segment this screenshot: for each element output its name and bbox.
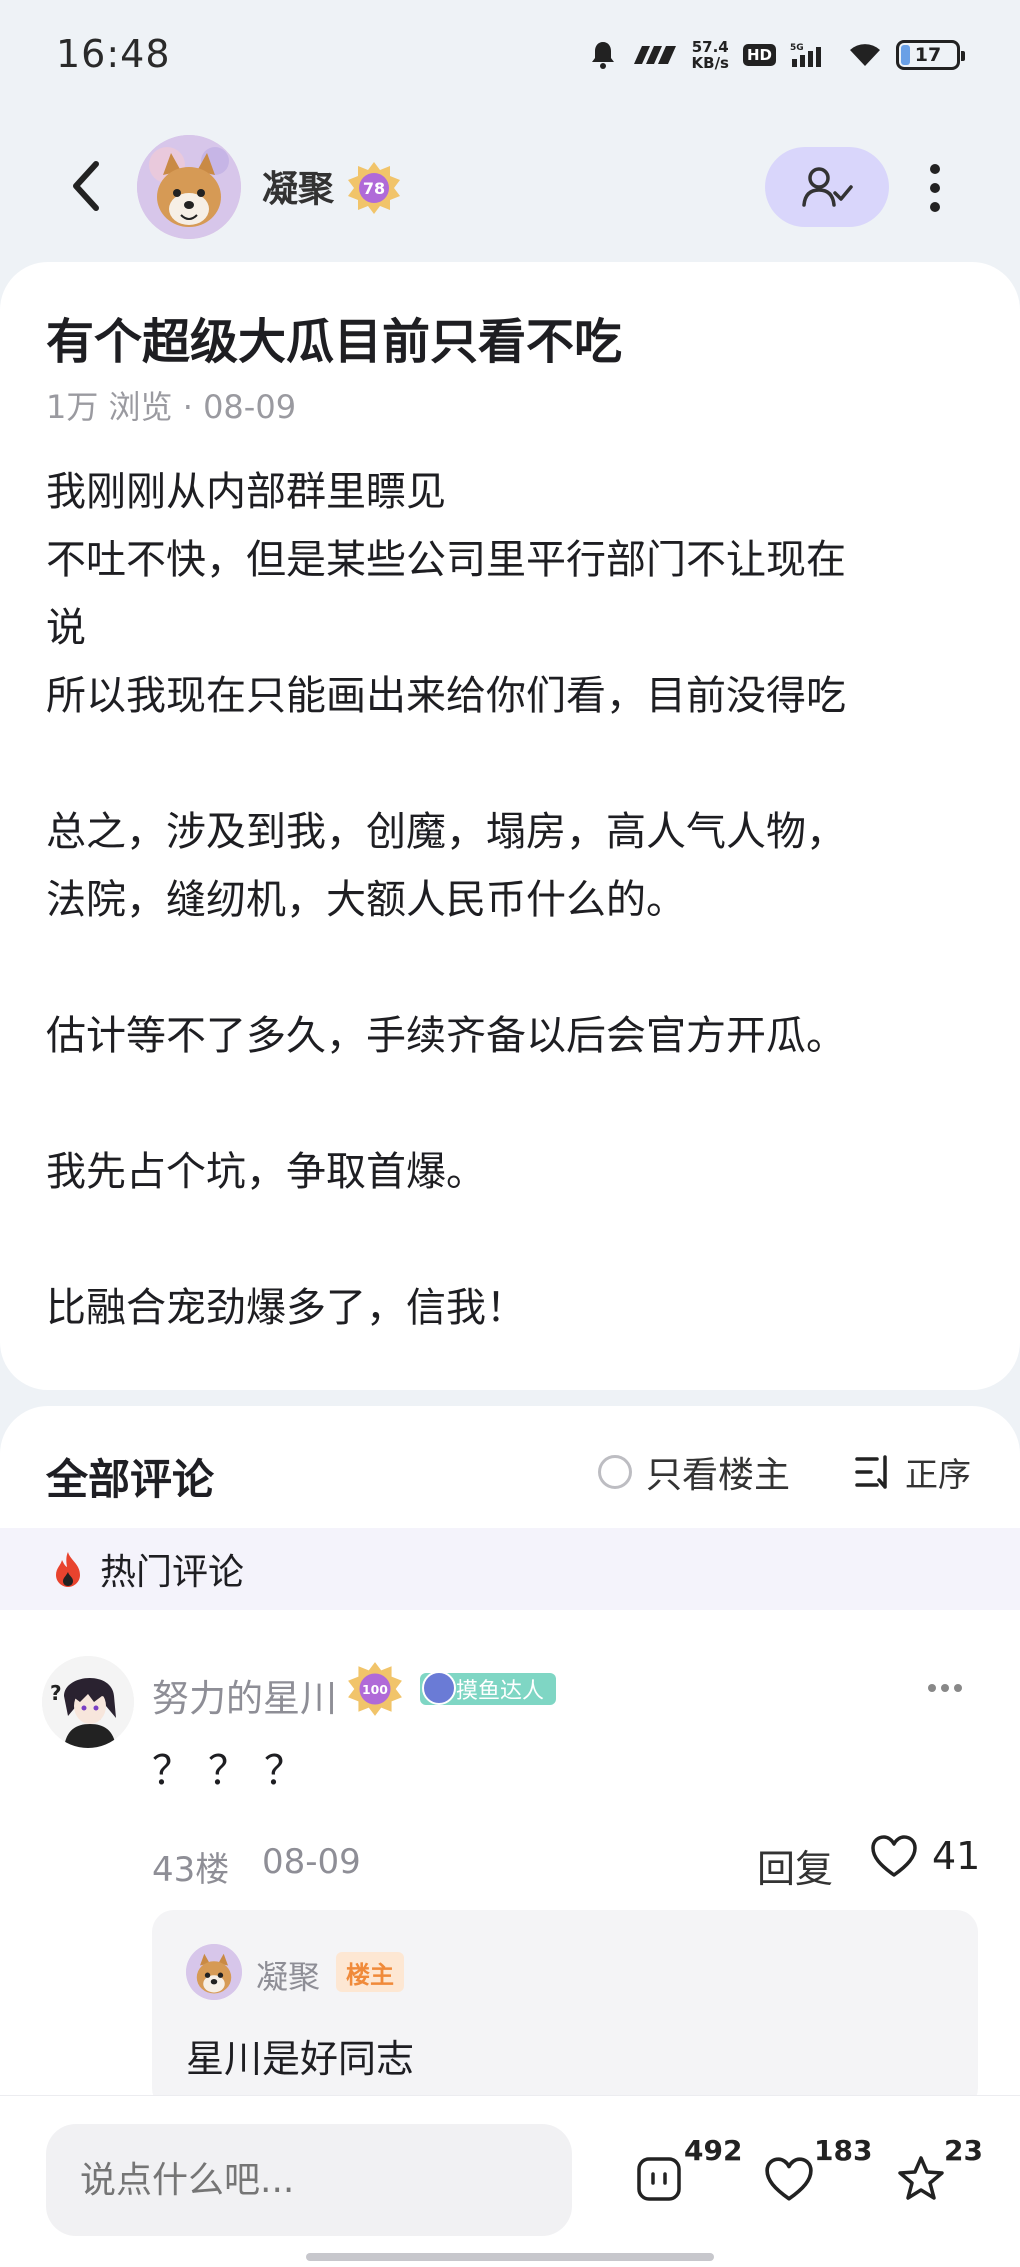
comment-input[interactable] [46,2124,572,2236]
heart-icon [765,2157,813,2201]
post-meta: 1万 浏览 · 08-09 [46,382,296,428]
post-views: 1万 浏览 [46,388,173,426]
comment-more-button[interactable] [928,1684,962,1692]
hot-comments-label: 热门评论 [100,1552,245,1593]
nfc-icon [633,46,676,64]
star-icon [898,2156,944,2200]
post-body-line [46,1070,976,1138]
more-dot-icon [930,202,940,212]
level-badge-icon: 78 [348,162,400,214]
author-level-text: 78 [363,179,385,198]
follow-button[interactable] [765,147,889,227]
post-card: 有个超级大瓜目前只看不吃 1万 浏览 · 08-09 我刚刚从内部群里瞟见不吐不… [0,262,1020,1390]
svg-text:?: ? [50,1681,62,1705]
comments-button[interactable]: 492 [636,2134,748,2216]
commenter-avatar[interactable]: ? [42,1656,134,1748]
commenter-level-text: 100 [362,1682,388,1697]
comment-date: 08-09 [262,1842,361,1882]
owner-badge: 楼主 [336,1952,404,1992]
post-body-line: 估计等不了多久，手续齐备以后会官方开瓜。 [46,1013,846,1059]
commenter-level-badge: 100 [346,1660,404,1718]
author-level-badge: 78 [346,160,402,216]
wifi-icon [850,44,880,66]
shiba-avatar-icon [186,1944,242,2000]
level-badge-icon: 100 [348,1662,402,1716]
battery-icon: 17 [896,40,965,70]
tag-emblem-icon [422,1671,456,1705]
battery-level: 17 [914,44,942,66]
commenter-title-tag: 摸鱼达人 [420,1671,557,1705]
more-dot-icon [930,164,940,174]
signal-icon: 5G [790,43,821,67]
radio-icon [598,1455,632,1489]
comment-like-count: 41 [932,1834,981,1878]
reply-text: 星川是好同志 [186,2037,415,2081]
reply-preview[interactable]: 凝聚 楼主 星川是好同志 [152,1910,978,2110]
svg-text:5G: 5G [790,43,804,53]
flame-icon [56,1552,80,1587]
post-date: 08-09 [203,388,297,426]
anime-avatar-icon: ? [42,1656,134,1748]
more-dot-icon [928,1684,936,1692]
comment-count: 492 [684,2134,743,2167]
home-indicator [306,2253,714,2261]
post-title: 有个超级大瓜目前只看不吃 [46,314,623,370]
comments-title: 全部评论 [46,1455,215,1504]
status-icons: 57.4 KB/s HD 5G 17 [588,30,965,80]
post-body-line: 我先占个坑，争取首爆。 [46,1149,486,1195]
more-dot-icon [954,1684,962,1692]
back-button[interactable] [58,156,118,216]
post-body-line [46,730,976,798]
post-body-line: 比融合宠劲爆多了，信我！ [46,1285,526,1331]
owner-only-toggle[interactable]: 只看楼主 [598,1446,790,1498]
owner-only-label: 只看楼主 [646,1455,791,1496]
bottom-action-bar: 492 183 23 [0,2095,1020,2267]
post-body-line: 所以我现在只能画出来给你们看，目前没得吃 [46,673,846,719]
comment-text: ？？？ [152,1748,320,1794]
status-time: 16:48 [56,32,171,76]
bell-mute-icon [591,42,614,69]
like-button[interactable]: 183 [764,2134,876,2216]
post-header: 凝聚 78 [0,130,1020,245]
sort-label: 正序 [905,1455,971,1494]
favorite-button[interactable]: 23 [896,2134,986,2216]
net-speed: 57.4 KB/s [691,38,729,72]
comment-bubble-icon [637,2157,681,2201]
author-avatar[interactable] [137,135,241,239]
hd-icon: HD [742,44,776,66]
post-body-line: 我刚刚从内部群里瞟见 [46,469,446,515]
reply-button[interactable]: 回复 [757,1838,833,1893]
commenter-name[interactable]: 努力的星川 [152,1668,337,1722]
more-dot-icon [941,1684,949,1692]
comment-like-button[interactable]: 41 [870,1834,980,1878]
more-dot-icon [930,183,940,193]
more-options-button[interactable] [917,158,953,218]
user-check-icon [802,167,853,207]
chevron-left-icon [73,161,99,211]
post-body: 我刚刚从内部群里瞟见不吐不快，但是某些公司里平行部门不让现在说所以我现在只能画出… [46,458,976,1342]
shiba-avatar-icon [137,135,241,239]
post-body-line [46,1206,976,1274]
sort-icon [855,1455,887,1489]
meta-separator: · [182,388,193,426]
commenter-title-text: 摸鱼达人 [456,1679,545,1704]
like-count: 183 [814,2134,873,2167]
status-bar: 16:48 57.4 KB/s HD 5G 17 [0,0,1020,110]
post-body-line: 说 [46,605,86,651]
post-body-line: 不吐不快，但是某些公司里平行部门不让现在 [46,537,846,583]
sort-button[interactable]: 正序 [855,1448,971,1496]
author-name[interactable]: 凝聚 [262,160,334,212]
reply-author-avatar[interactable] [186,1944,242,2000]
favorite-count: 23 [944,2134,983,2167]
comment-floor: 43楼 [152,1850,230,1890]
heart-icon [871,1835,917,1877]
post-body-line: 法院，缝纫机，大额人民币什么的。 [46,877,686,923]
post-body-line [46,934,976,1002]
reply-author-name[interactable]: 凝聚 [256,1952,320,1998]
hot-comments-header: 热门评论 [0,1528,1020,1610]
post-body-line: 总之，涉及到我，创魔，塌房，高人气人物， [46,809,846,855]
